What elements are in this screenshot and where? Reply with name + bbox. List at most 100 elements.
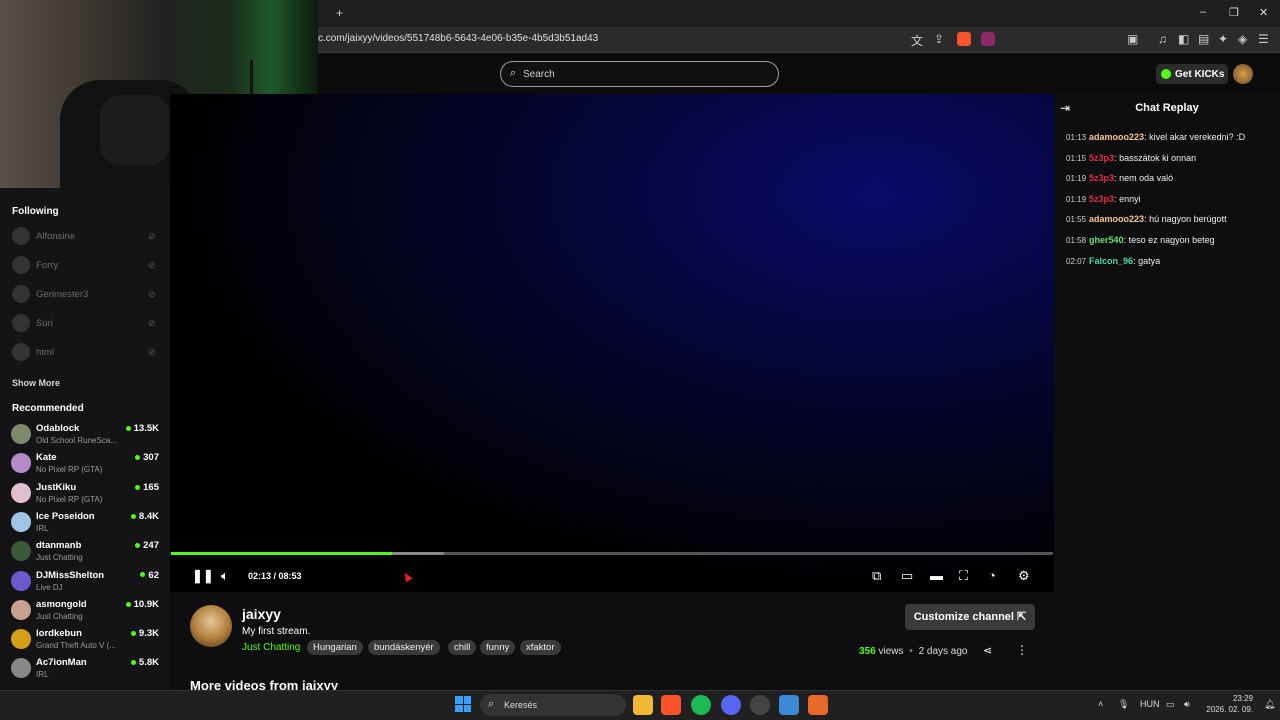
sidebar-toggle-icon[interactable]: ▣ [1127,32,1138,46]
video-tag[interactable]: Hungarian [307,640,363,655]
recommended-item[interactable]: asmongold Just Chatting 10.9K [0,597,170,625]
chat-text: gatya [1138,255,1161,266]
close-window-button[interactable]: ✕ [1259,6,1268,19]
chat-username[interactable]: Falcon_96 [1089,256,1133,266]
notifications-icon[interactable]: 🔔︎ [1264,699,1275,710]
chat-username[interactable]: 5z3p3 [1089,153,1114,163]
video-tag[interactable]: funny [480,640,516,655]
recommended-item[interactable]: lordkebun Grand Theft Auto V (... 9.3K [0,626,170,654]
recommended-item[interactable]: JustKiku No Pixel RP (GTA) 165 [0,480,170,508]
viewer-count: 9.3K [131,628,159,639]
spotify-icon[interactable] [691,695,711,715]
video-tag[interactable]: xfaktor [520,640,561,655]
chat-username[interactable]: 5z3p3 [1089,173,1114,183]
viewer-count: 247 [135,540,159,551]
category-link[interactable]: Just Chatting [242,642,300,653]
following-item[interactable]: Suri ⊘ [0,312,170,341]
share-icon[interactable]: ⇪ [934,32,944,46]
recommended-item[interactable]: Ice Poseidon IRL 8.4K [0,509,170,537]
maximize-button[interactable]: ❐ [1229,6,1239,19]
progress-fill [171,552,392,555]
theater-mode-icon[interactable]: ▬ [930,568,943,583]
recommended-item[interactable]: Odablock Old School RuneSca... 13.5K [0,421,170,449]
music-icon[interactable]: ♫ [1158,32,1167,46]
progress-bar[interactable] [171,552,1053,555]
recommended-item[interactable]: Kate No Pixel RP (GTA) 307 [0,450,170,478]
chat-username[interactable]: 5z3p3 [1089,194,1114,204]
chat-username[interactable]: adamooo223 [1089,214,1144,224]
photos-icon[interactable] [779,695,799,715]
clock-date: 2026. 02. 09. [1206,705,1253,714]
translate-icon[interactable]: 文 [911,32,923,49]
clock[interactable]: 23:29 2026. 02. 09. [1205,693,1253,715]
new-tab-button[interactable]: + [336,6,343,20]
chat-timestamp: 01:15 [1066,153,1087,163]
chat-text: teso ez nagyon beteg [1128,235,1215,245]
volume-tray-icon[interactable]: 🔊︎ [1184,699,1190,710]
pause-button[interactable]: ❚❚ [192,568,214,584]
user-avatar[interactable] [1233,64,1253,84]
fullscreen-icon[interactable]: ⛶ [959,568,968,584]
app-icon[interactable] [808,695,828,715]
clip-icon[interactable]: ▭ [901,568,913,584]
brave-shield-icon[interactable] [957,32,971,46]
following-item[interactable]: Forry ⊘ [0,254,170,283]
views-label: views [878,646,904,657]
recommended-name: asmongold [36,598,87,610]
settings-icon[interactable]: ⚙ [1018,568,1030,584]
discord-icon[interactable] [721,695,741,715]
channel-name[interactable]: jaixyy [242,606,281,622]
volume-button[interactable]: 🔈︎ [221,568,229,584]
video-tag[interactable]: chill [448,640,477,655]
vpn-icon[interactable]: ◈ [1238,32,1247,46]
obs-icon[interactable] [750,695,770,715]
customize-channel-button[interactable]: Customize channel ⇱ [905,604,1035,630]
share-video-icon[interactable]: ⋖ [983,644,992,657]
channel-avatar [11,599,31,620]
search-input[interactable]: ⌕ Search [500,61,779,87]
channel-avatar [11,570,31,591]
viewer-count: 62 [140,570,159,581]
panel-icon[interactable]: ◧ [1178,32,1189,46]
language-indicator[interactable]: HUN [1140,699,1160,709]
menu-icon[interactable]: ☰ [1258,32,1269,46]
brave-rewards-icon[interactable] [981,32,995,46]
show-more-button[interactable]: Show More [12,378,60,388]
taskbar-search[interactable]: ⌕ Keresés [480,694,626,716]
get-kicks-button[interactable]: Get KICKs [1156,64,1228,84]
brave-browser-icon[interactable] [661,695,681,715]
chat-username[interactable]: gher540 [1089,235,1124,245]
recommended-name: Kate [36,452,57,464]
recommended-name: lordkebun [36,628,82,640]
recommended-item[interactable]: Ac7ionMan IRL 5.8K [0,655,170,683]
recommended-item[interactable]: DJMissShelton Live DJ 62 [0,568,170,596]
file-explorer-icon[interactable] [633,695,653,715]
minimize-button[interactable]: – [1200,6,1206,18]
leo-ai-icon[interactable]: ✦ [1218,32,1228,46]
recommended-name: Ice Poseidon [36,510,95,522]
time-display: 02:13 / 08:53 [248,571,302,581]
playback-speed-icon[interactable]: ◔ [988,568,996,583]
video-tag[interactable]: bundáskenyér [368,640,440,655]
video-player[interactable] [170,94,1054,592]
more-options-icon[interactable]: ⋮ [1016,643,1028,657]
chat-message: 02:07 Falcon_96: gatya [1066,256,1160,266]
tray-overflow-icon[interactable]: ˄ [1098,699,1103,709]
url-text[interactable]: c.com/jaixyy/videos/551748b6-5643-4e06-b… [318,33,598,44]
network-icon[interactable]: ▭ [1166,699,1175,710]
following-item[interactable]: Alfonsine ⊘ [0,225,170,254]
miniplayer-icon[interactable]: ⧉ [872,568,881,584]
windows-start-icon[interactable] [455,696,471,712]
following-item[interactable]: Gerimester3 ⊘ [0,283,170,312]
chat-username[interactable]: adamooo223 [1089,132,1144,142]
video-age: 2 days ago [918,646,968,657]
following-item[interactable]: html ⊘ [0,341,170,370]
wallet-icon[interactable]: ▤ [1198,32,1209,46]
offline-icon: ⊘ [148,260,156,270]
recommended-item[interactable]: dtanmanb Just Chatting 247 [0,538,170,566]
recommended-name: dtanmanb [36,540,82,552]
channel-avatar[interactable] [190,605,232,647]
chat-timestamp: 01:13 [1066,133,1087,142]
external-link-icon: ⇱ [1017,611,1027,623]
microphone-icon[interactable]: 🎙︎ [1118,699,1129,710]
